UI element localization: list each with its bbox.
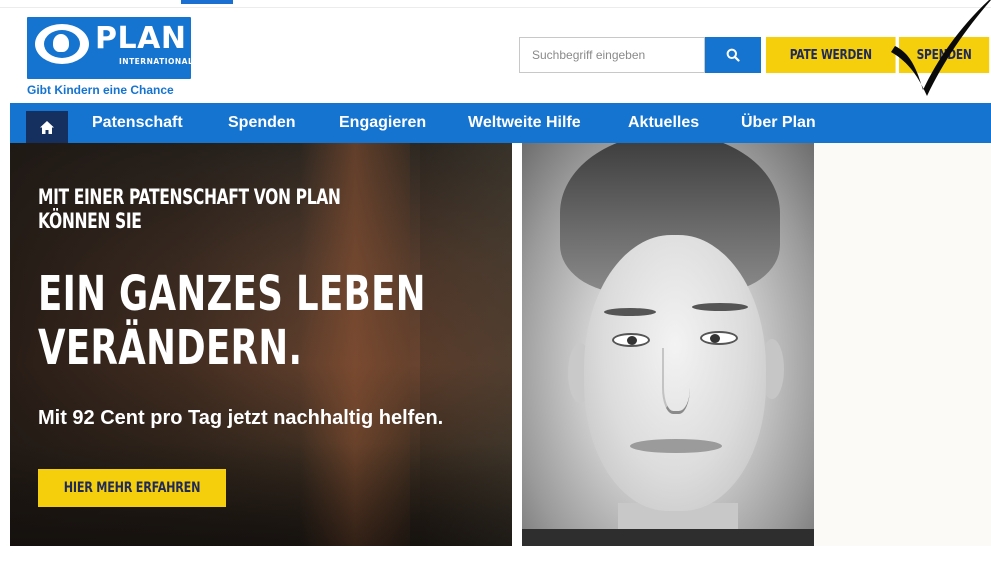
spenden-button[interactable]: SPENDEN [899, 37, 990, 73]
portrait-photo [522, 143, 814, 546]
search-icon [726, 48, 740, 62]
logo-wordmark: PLAN [95, 21, 187, 56]
search-input[interactable] [519, 37, 705, 73]
plan-emblem-icon [35, 24, 89, 64]
top-divider [0, 7, 991, 8]
logo-subtitle: INTERNATIONAL [119, 57, 194, 66]
hero-kicker-line2: KÖNNEN SIE [38, 209, 142, 233]
hero-banner: MIT EINER PATENSCHAFT VON PLAN KÖNNEN SI… [10, 143, 512, 546]
top-bar [0, 0, 991, 6]
home-icon [40, 120, 54, 134]
nav-item-aktuelles[interactable]: Aktuelles [628, 103, 699, 143]
hero-headline-line2: VERÄNDERN. [38, 320, 303, 376]
plan-logo[interactable]: PLAN INTERNATIONAL [27, 17, 194, 79]
hero-headline: EIN GANZES LEBEN VERÄNDERN. [38, 267, 452, 375]
right-background [814, 143, 991, 546]
top-accent-line [181, 0, 233, 4]
hero-subtext: Mit 92 Cent pro Tag jetzt nachhaltig hel… [38, 407, 444, 429]
hero-kicker-line1: MIT EINER PATENSCHAFT VON PLAN [38, 185, 341, 209]
pate-werden-button[interactable]: PATE WERDEN [766, 37, 896, 73]
hero-headline-line1: EIN GANZES LEBEN [38, 266, 426, 322]
nav-item-spenden[interactable]: Spenden [228, 103, 296, 143]
main-nav: Patenschaft Spenden Engagieren Weltweite… [10, 103, 991, 143]
tagline: Gibt Kindern eine Chance [27, 83, 174, 97]
nav-item-patenschaft[interactable]: Patenschaft [92, 103, 183, 143]
nav-item-weltweite-hilfe[interactable]: Weltweite Hilfe [468, 103, 581, 143]
nav-home[interactable] [26, 111, 68, 143]
nav-item-ueber-plan[interactable]: Über Plan [741, 103, 816, 143]
hero-cta-label: HIER MEHR ERFAHREN [63, 480, 201, 496]
hier-mehr-erfahren-button[interactable]: HIER MEHR ERFAHREN [38, 469, 226, 507]
nav-item-engagieren[interactable]: Engagieren [339, 103, 426, 143]
search-button[interactable] [705, 37, 761, 73]
hero-kicker: MIT EINER PATENSCHAFT VON PLAN KÖNNEN SI… [38, 185, 423, 233]
